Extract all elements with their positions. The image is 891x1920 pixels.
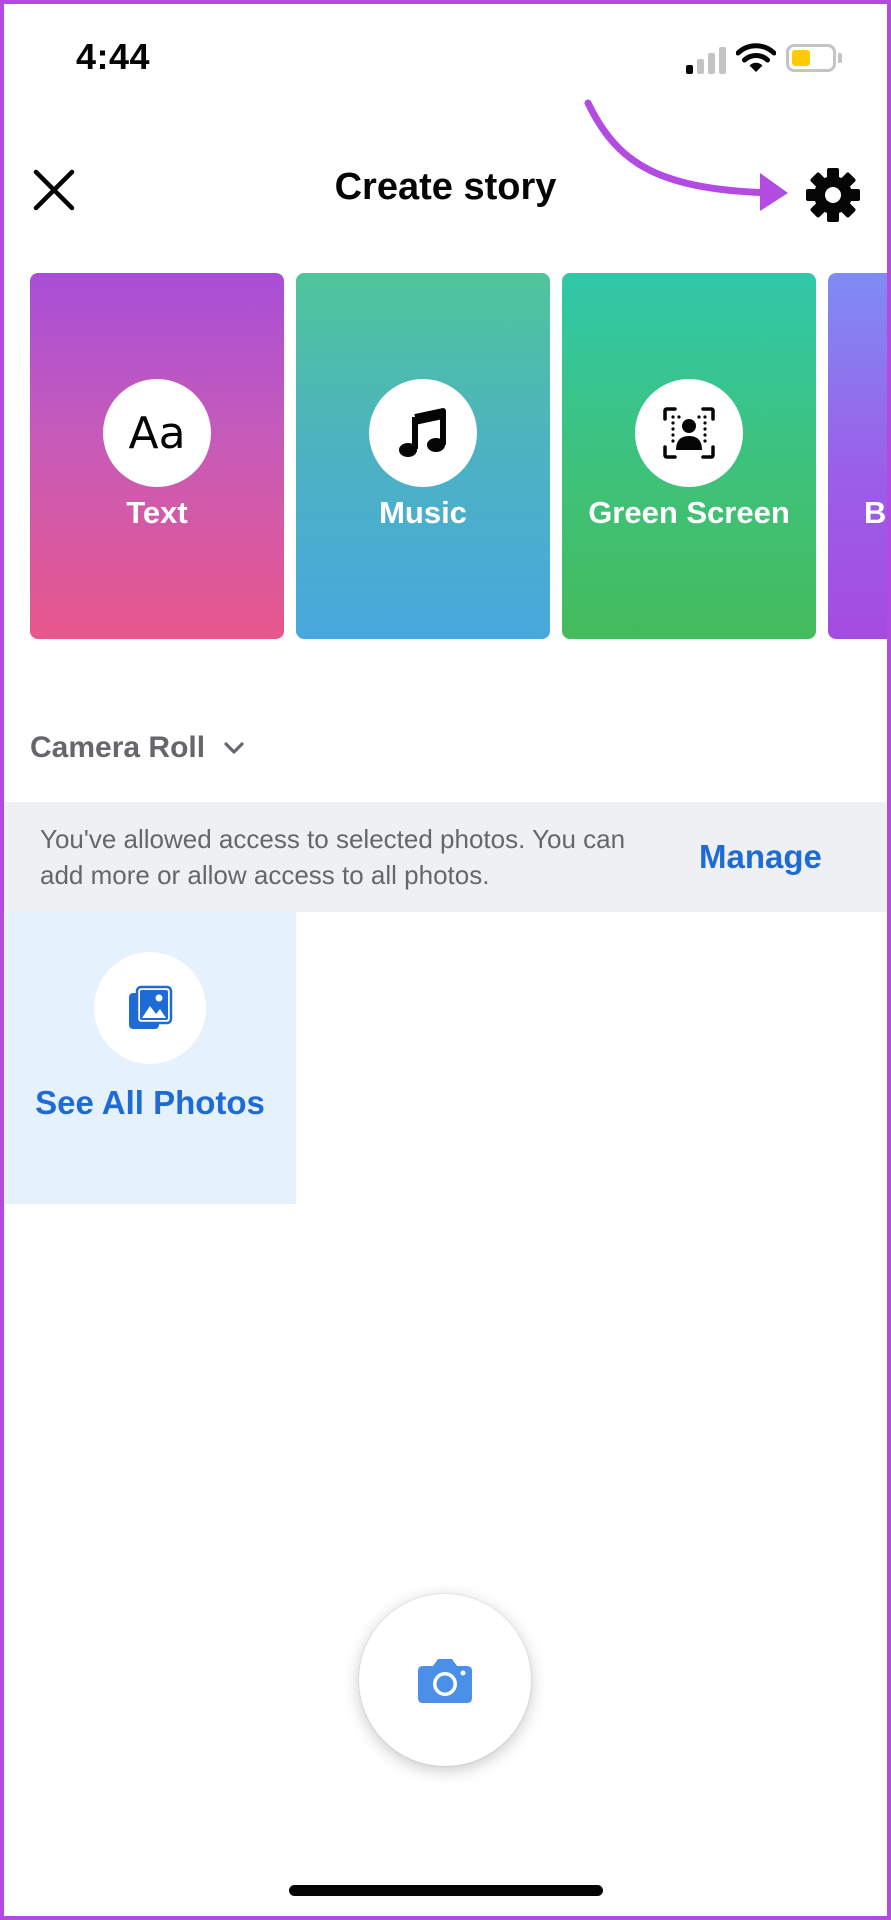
text-aa-icon: Aa [103, 379, 211, 487]
story-card-label: Green Screen [588, 495, 790, 530]
story-card-text[interactable]: Aa Text [30, 273, 284, 639]
gear-icon [806, 168, 860, 222]
wifi-icon [736, 43, 776, 72]
story-card-label: Music [379, 495, 467, 530]
photo-gallery-icon [129, 985, 173, 1029]
status-time: 4:44 [76, 36, 151, 77]
see-all-photos-label: See All Photos [35, 1084, 265, 1121]
camera-roll-selector[interactable]: Camera Roll [30, 725, 245, 771]
chevron-down-icon [224, 742, 244, 754]
access-message: You've allowed access to selected photos… [40, 824, 626, 890]
music-note-icon [399, 408, 446, 457]
story-type-carousel: Aa Text Music Green Screen B [30, 273, 891, 639]
camera-roll-label: Camera Roll [30, 731, 206, 764]
battery-icon [786, 44, 842, 72]
story-card-label: B [864, 495, 887, 530]
green-screen-icon [663, 407, 715, 459]
settings-button[interactable] [798, 160, 868, 230]
status-bar: 4:44 [0, 0, 891, 120]
page-title: Create story [334, 166, 557, 208]
story-card-music[interactable]: Music [296, 273, 550, 639]
header: Create story [0, 140, 891, 240]
camera-button[interactable] [359, 1594, 531, 1766]
access-banner: You've allowed access to selected photos… [4, 802, 887, 912]
cellular-signal-icon [686, 46, 726, 74]
story-card-label: Text [126, 495, 188, 530]
story-card-green-screen[interactable]: Green Screen [562, 273, 816, 639]
home-indicator [289, 1885, 603, 1896]
story-card-partial[interactable]: B [828, 273, 891, 639]
see-all-photos-tile[interactable]: See All Photos [4, 912, 296, 1204]
manage-link[interactable]: Manage [699, 838, 822, 876]
camera-icon [418, 1659, 472, 1703]
